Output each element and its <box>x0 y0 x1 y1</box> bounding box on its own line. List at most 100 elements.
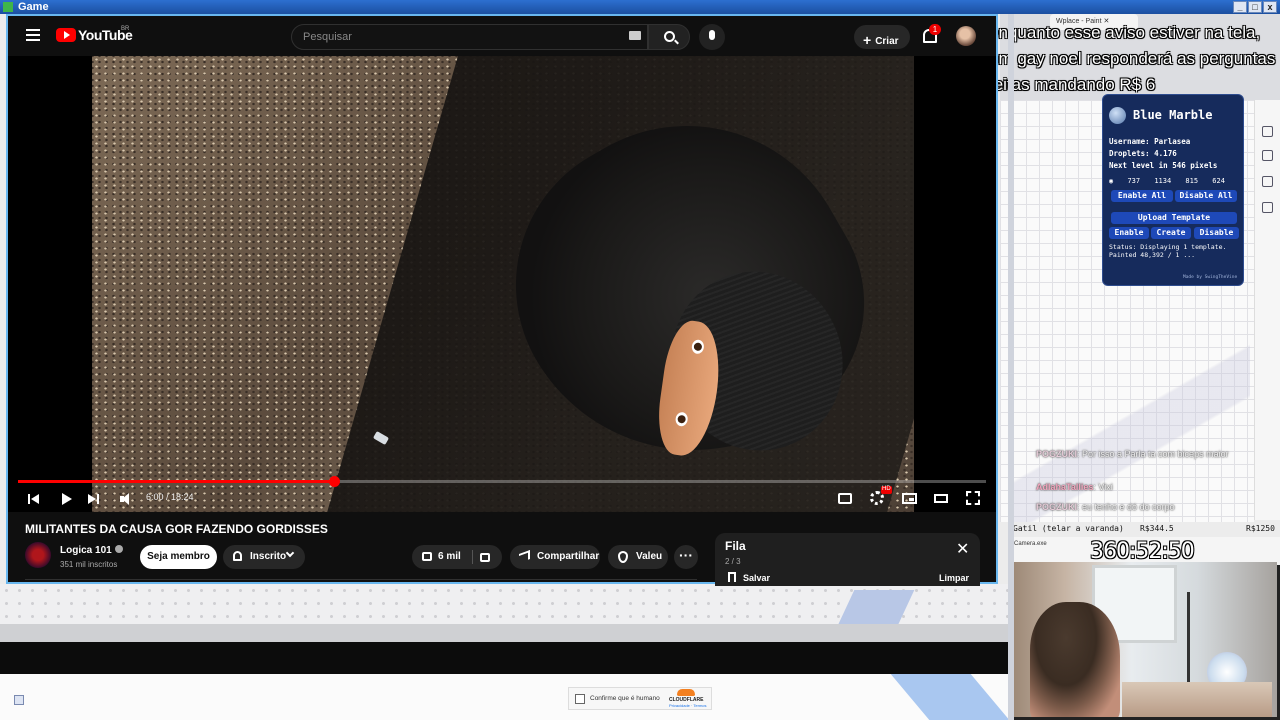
wplace-tool-sidebar <box>1254 100 1280 520</box>
progress-bar[interactable] <box>18 476 986 487</box>
search-input[interactable]: Pesquisar <box>291 24 648 50</box>
goal-current: R$344.5 <box>1140 524 1174 533</box>
create-label: Criar <box>875 36 899 47</box>
coord-tl-y[interactable]: 1134 <box>1154 177 1171 185</box>
chat-username: AdlahaTallies <box>1036 482 1094 492</box>
maximize-button[interactable]: □ <box>1248 1 1262 13</box>
coord-px-x[interactable]: 815 <box>1185 177 1198 185</box>
game-title-bar: Game _ □ x <box>0 0 1280 14</box>
create-button[interactable]: + Criar <box>854 25 910 49</box>
next-icon[interactable] <box>88 489 100 509</box>
close-window-button[interactable]: x <box>1263 1 1277 13</box>
minimize-button[interactable]: _ <box>1233 1 1247 13</box>
chat-text: : Vixi <box>1093 482 1113 492</box>
thanks-button[interactable]: Valeu <box>608 545 668 569</box>
chevron-down-icon <box>285 548 295 558</box>
time-display: 6:00 / 18:24 <box>146 492 194 502</box>
blue-marble-panel: Blue Marble Username: Parlasea Droplets:… <box>1102 94 1244 286</box>
save-queue-button[interactable]: Salvar <box>743 573 770 583</box>
coord-tl-x[interactable]: 737 <box>1127 177 1140 185</box>
chat-text: : eu tenho e dó do corpo <box>1077 502 1175 512</box>
clear-queue-button[interactable]: Limpar <box>939 573 969 583</box>
channel-avatar[interactable] <box>25 542 51 568</box>
thumbs-down-icon[interactable] <box>480 553 490 562</box>
theater-mode-icon[interactable] <box>934 494 948 503</box>
chat-message: AdlahaTallies: Vixi <box>1036 482 1113 492</box>
progress-fill <box>18 480 334 483</box>
channel-name-text[interactable]: Logica 101 <box>60 545 112 556</box>
thanks-label: Valeu <box>636 551 663 562</box>
verified-check-icon <box>114 545 123 553</box>
notification-badge: 1 <box>929 24 941 35</box>
plus-icon: + <box>863 32 872 48</box>
bm-username: Username: Parlasea <box>1109 137 1191 146</box>
stream-timer: 360:52:50 <box>1090 539 1195 564</box>
hd-badge: HD <box>881 486 892 494</box>
share-button[interactable]: Compartilhar <box>510 545 600 569</box>
user-avatar[interactable] <box>956 26 976 46</box>
miniplayer-icon[interactable] <box>902 493 917 504</box>
channel-name[interactable]: Logica 101 <box>60 545 123 556</box>
page-grey-strip <box>0 624 1008 642</box>
previous-icon[interactable] <box>28 489 40 509</box>
disable-all-button[interactable]: Disable All <box>1175 190 1237 202</box>
progress-scrubber[interactable] <box>328 476 340 487</box>
tray-icon[interactable] <box>14 695 24 705</box>
coord-px-y[interactable]: 624 <box>1212 177 1225 185</box>
pin-icon[interactable]: ◉ <box>1109 177 1113 185</box>
search-button[interactable] <box>648 24 690 50</box>
video-eye <box>690 338 705 355</box>
game-window-icon <box>3 2 13 12</box>
volume-icon[interactable] <box>120 489 136 509</box>
fullscreen-icon[interactable] <box>966 491 980 505</box>
keyboard-icon[interactable] <box>629 31 641 40</box>
bookmark-icon[interactable] <box>728 572 736 582</box>
bm-footer: Made by SwingTheVine <box>1183 275 1238 280</box>
video-player[interactable]: 6:00 / 18:24 HD <box>8 56 996 512</box>
enable-button[interactable]: Enable <box>1109 227 1149 239</box>
like-divider <box>472 550 473 564</box>
microphone-icon[interactable] <box>699 24 725 50</box>
captcha-checkbox[interactable] <box>575 694 585 704</box>
join-button[interactable]: Seja membro <box>140 545 217 569</box>
hamburger-menu-icon[interactable] <box>26 29 40 41</box>
bm-coordinates[interactable]: ◉ 737 1134 815 624 <box>1109 177 1239 185</box>
bm-status-text: Status: Displaying 1 template. Painted 4… <box>1109 243 1227 259</box>
like-button[interactable]: 6 mil <box>412 545 502 569</box>
play-icon[interactable] <box>61 489 73 509</box>
disable-button[interactable]: Disable <box>1194 227 1239 239</box>
share-icon <box>519 549 530 564</box>
more-actions-button[interactable]: ··· <box>674 545 698 569</box>
search-icon[interactable] <box>1262 176 1273 187</box>
chat-message: POGZUKI: eu tenho e dó do corpo <box>1036 502 1175 512</box>
captcha-label: Confirme que é humano <box>590 695 660 702</box>
bm-droplets: Droplets: 4.176 <box>1109 149 1177 158</box>
close-icon[interactable]: ✕ <box>956 539 969 559</box>
paint-icon[interactable] <box>1262 150 1273 161</box>
enable-all-button[interactable]: Enable All <box>1111 190 1173 202</box>
blue-marble-title: Blue Marble <box>1133 108 1213 122</box>
cloudflare-logo-icon <box>677 689 695 696</box>
captcha-widget[interactable]: Confirme que é humano CLOUDFLARE Privaci… <box>568 687 712 710</box>
search-icon <box>664 31 675 42</box>
video-frame[interactable] <box>92 56 914 512</box>
subtitles-icon[interactable] <box>838 493 852 504</box>
upload-template-button[interactable]: Upload Template <box>1111 212 1237 224</box>
captcha-terms[interactable]: Privacidade · Termos <box>669 703 707 708</box>
chat-username: POGZUKI <box>1036 502 1078 512</box>
subscribed-label: Inscrito <box>250 551 287 562</box>
queue-title: Fila <box>725 539 746 553</box>
stats-icon[interactable] <box>1262 202 1273 213</box>
game-window-title: Game <box>18 1 49 13</box>
youtube-logo-icon[interactable] <box>56 28 76 42</box>
streamer <box>1030 602 1120 717</box>
thumbs-up-icon <box>422 552 432 561</box>
chat-message: POGZUKI: Por isso a Parla ta com biceps … <box>1036 449 1229 459</box>
create-button[interactable]: Create <box>1151 227 1191 239</box>
share-label: Compartilhar <box>537 551 600 562</box>
subscribed-button[interactable]: Inscrito <box>223 545 305 569</box>
cart-icon[interactable] <box>1262 126 1273 137</box>
canvas-shape <box>1010 330 1250 530</box>
globe-icon <box>1109 107 1126 124</box>
like-count: 6 mil <box>438 551 461 562</box>
